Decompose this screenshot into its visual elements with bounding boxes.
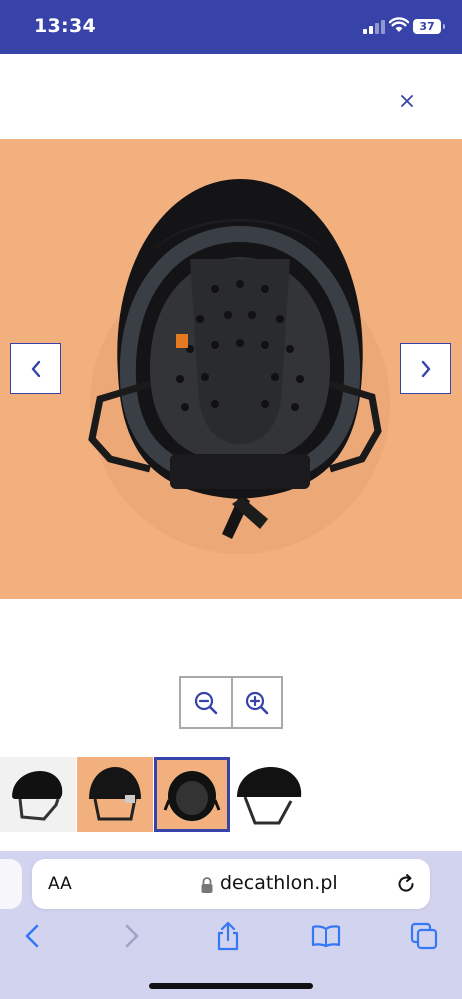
reload-icon[interactable]: [394, 872, 418, 896]
close-icon: [401, 95, 413, 107]
tabs-icon: [410, 922, 438, 950]
helmet-angle-thumbnail: [237, 767, 302, 825]
lock-icon: [201, 877, 213, 893]
forward-icon: [125, 924, 139, 948]
previous-tab-peek[interactable]: [0, 859, 22, 909]
reader-settings-button[interactable]: AA: [48, 874, 72, 894]
chevron-left-icon: [31, 360, 40, 377]
home-indicator: [149, 983, 313, 989]
next-image-button[interactable]: [400, 343, 451, 394]
helmet-underside-thumbnail: [163, 771, 221, 821]
helmet-underside-photo: [88, 179, 390, 554]
back-button[interactable]: [14, 918, 50, 954]
wifi-icon: [389, 17, 409, 32]
tabs-button[interactable]: [406, 918, 442, 954]
zoom-controls: [179, 676, 283, 729]
back-icon: [25, 924, 39, 948]
thumbnail-1[interactable]: [0, 757, 76, 832]
thumbnail-3[interactable]: [154, 757, 230, 832]
thumbnail-2[interactable]: [77, 757, 153, 832]
status-time: 13:34: [34, 15, 96, 37]
forward-button[interactable]: [114, 918, 150, 954]
battery-icon: 37: [413, 19, 445, 34]
previous-image-button[interactable]: [10, 343, 61, 394]
product-main-image: [0, 139, 462, 599]
chevron-right-icon: [421, 360, 430, 377]
zoom-in-icon: [245, 691, 269, 714]
zoom-out-button[interactable]: [181, 678, 231, 727]
share-button[interactable]: [210, 918, 246, 954]
address-bar[interactable]: AA decathlon.pl: [32, 859, 430, 909]
status-bar: 13:34 37: [0, 0, 462, 54]
share-icon: [217, 921, 239, 951]
helmet-side-thumbnail: [12, 771, 63, 821]
signal-icon: [363, 20, 385, 34]
thumbnail-4[interactable]: [231, 757, 307, 832]
url-text: decathlon.pl: [220, 872, 338, 894]
bookmarks-button[interactable]: [308, 918, 344, 954]
helmet-front-thumbnail: [89, 767, 141, 821]
zoom-in-button[interactable]: [231, 678, 281, 727]
battery-level: 37: [419, 20, 435, 33]
thumbnail-strip: [0, 757, 462, 832]
close-button[interactable]: [394, 88, 420, 114]
bookmarks-icon: [311, 925, 341, 948]
zoom-out-icon: [194, 691, 218, 714]
